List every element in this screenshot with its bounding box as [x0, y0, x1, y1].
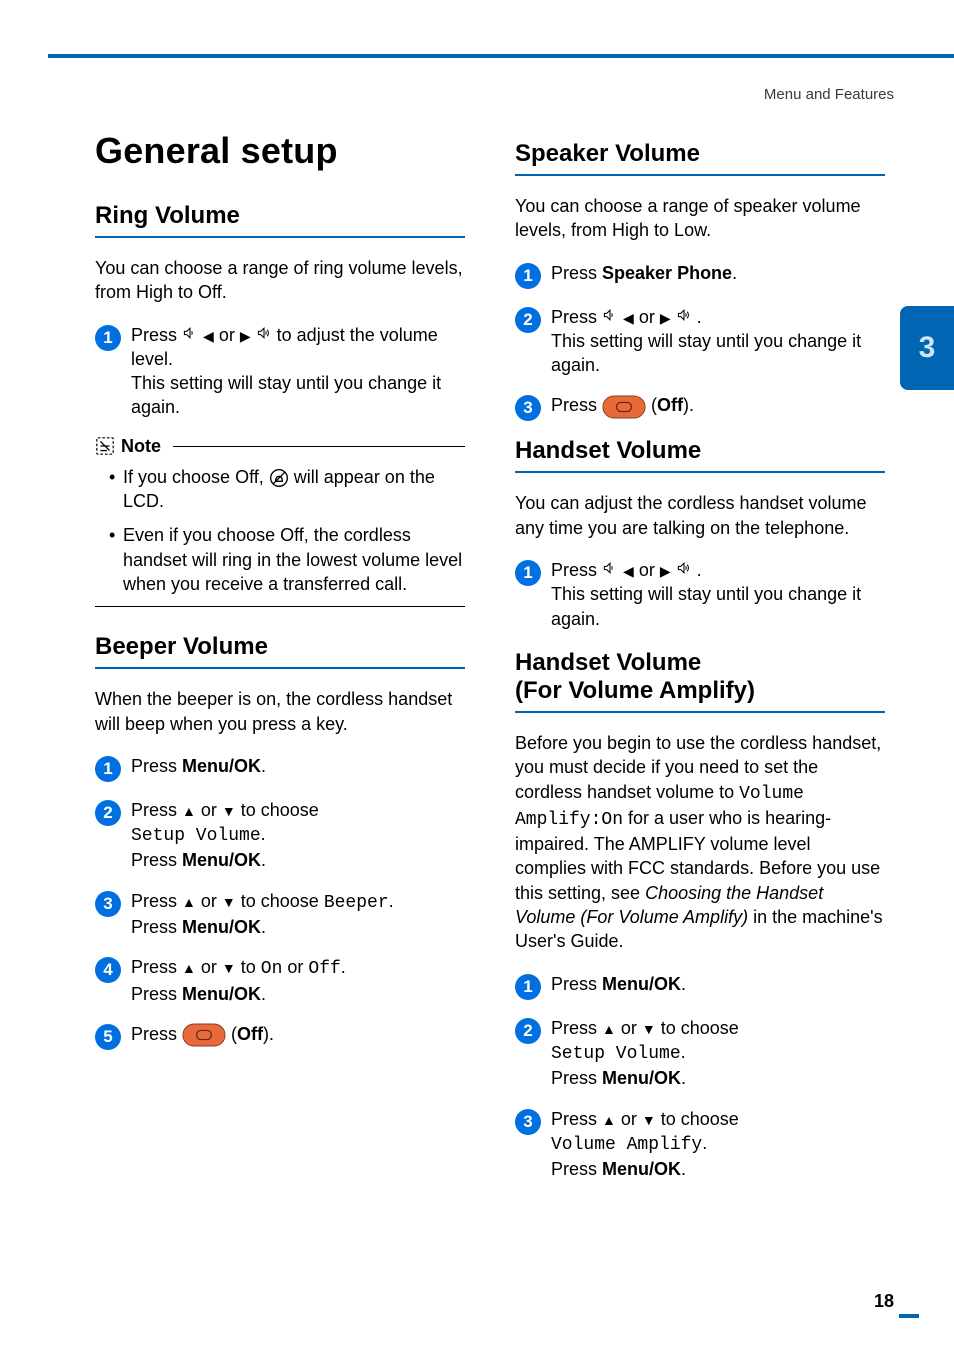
- speaker-step-1: 1 Press Speaker Phone.: [515, 261, 885, 289]
- off-button-icon: [182, 1023, 226, 1047]
- right-arrow-icon: [660, 560, 671, 580]
- breadcrumb: Menu and Features: [764, 86, 894, 103]
- speaker-volume-intro: You can choose a range of speaker volume…: [515, 194, 885, 243]
- step-body: Press (Off).: [131, 1022, 274, 1047]
- step-number-icon: 4: [95, 957, 121, 983]
- note-item: Even if you choose Off, the cordless han…: [109, 523, 465, 596]
- step-number-icon: 1: [515, 560, 541, 586]
- beeper-step-1: 1 Press Menu/OK.: [95, 754, 465, 782]
- note-heading: Note: [95, 436, 465, 457]
- amplify-step-3: 3 Press or to choose Volume Amplify. Pre…: [515, 1107, 885, 1182]
- note-list: If you choose Off, will appear on the LC…: [95, 465, 465, 596]
- up-arrow-icon: [602, 1109, 616, 1129]
- step-number-icon: 5: [95, 1024, 121, 1050]
- handset-volume-intro: You can adjust the cordless handset volu…: [515, 491, 885, 540]
- step-body: Press or to On or Off. Press Menu/OK.: [131, 955, 346, 1006]
- beeper-step-3: 3 Press or to choose Beeper. Press Menu/…: [95, 889, 465, 940]
- section-rule: [95, 667, 465, 669]
- beeper-volume-intro: When the beeper is on, the cordless hand…: [95, 687, 465, 736]
- step-body: Press Menu/OK.: [551, 972, 686, 996]
- speaker-step-2: 2 Press or . This setting will stay unti…: [515, 305, 885, 378]
- step-number-icon: 1: [515, 974, 541, 1000]
- speaker-low-icon: [182, 325, 198, 341]
- up-arrow-icon: [182, 957, 196, 977]
- speaker-high-icon: [676, 307, 692, 323]
- step-body: Press or . This setting will stay until …: [551, 558, 885, 631]
- left-column: General setup Ring Volume You can choose…: [95, 130, 465, 1197]
- up-arrow-icon: [602, 1018, 616, 1038]
- step-number-icon: 3: [95, 891, 121, 917]
- step-number-icon: 3: [515, 395, 541, 421]
- off-button-icon: [602, 395, 646, 419]
- ring-volume-title: Ring Volume: [95, 202, 465, 230]
- note-rule: [173, 446, 465, 447]
- handset-amplify-title: Handset Volume (For Volume Amplify): [515, 649, 885, 705]
- beeper-step-4: 4 Press or to On or Off. Press Menu/OK.: [95, 955, 465, 1006]
- note-label: Note: [121, 436, 161, 457]
- down-arrow-icon: [642, 1109, 656, 1129]
- right-arrow-icon: [240, 325, 251, 345]
- step-body: Press Menu/OK.: [131, 754, 266, 778]
- step-number-icon: 1: [95, 756, 121, 782]
- step-body: Press Speaker Phone.: [551, 261, 737, 285]
- speaker-high-icon: [676, 560, 692, 576]
- beeper-step-5: 5 Press (Off).: [95, 1022, 465, 1050]
- section-rule: [515, 174, 885, 176]
- up-arrow-icon: [182, 800, 196, 820]
- amplify-step-2: 2 Press or to choose Setup Volume. Press…: [515, 1016, 885, 1091]
- ring-volume-intro: You can choose a range of ring volume le…: [95, 256, 465, 305]
- step-body: Press or to choose Setup Volume. Press M…: [131, 798, 319, 873]
- speaker-low-icon: [602, 560, 618, 576]
- step-number-icon: 1: [515, 263, 541, 289]
- handset-step-1: 1 Press or . This setting will stay unti…: [515, 558, 885, 631]
- speaker-volume-title: Speaker Volume: [515, 140, 885, 168]
- no-ring-icon: [269, 468, 289, 488]
- section-rule: [95, 236, 465, 238]
- speaker-low-icon: [602, 307, 618, 323]
- ring-step-1: 1 Press or to adjust the volume level. T…: [95, 323, 465, 420]
- page-number: 18: [874, 1291, 894, 1312]
- speaker-step-3: 3 Press (Off).: [515, 393, 885, 421]
- step-body: Press or to choose Volume Amplify. Press…: [551, 1107, 739, 1182]
- down-arrow-icon: [222, 891, 236, 911]
- section-rule: [515, 471, 885, 473]
- left-arrow-icon: [623, 560, 634, 580]
- left-arrow-icon: [623, 307, 634, 327]
- page-title: General setup: [95, 130, 465, 172]
- right-arrow-icon: [660, 307, 671, 327]
- handset-volume-title: Handset Volume: [515, 437, 885, 465]
- down-arrow-icon: [222, 957, 236, 977]
- speaker-high-icon: [256, 325, 272, 341]
- note-bottom-rule: [95, 606, 465, 607]
- chapter-number: 3: [919, 331, 936, 365]
- down-arrow-icon: [222, 800, 236, 820]
- section-rule: [515, 711, 885, 713]
- left-arrow-icon: [203, 325, 214, 345]
- right-column: Speaker Volume You can choose a range of…: [515, 130, 885, 1197]
- step-body: Press or to choose Setup Volume. Press M…: [551, 1016, 739, 1091]
- beeper-volume-title: Beeper Volume: [95, 633, 465, 661]
- page-content: General setup Ring Volume You can choose…: [95, 130, 885, 1197]
- chapter-tab: 3: [900, 306, 954, 390]
- step-number-icon: 2: [95, 800, 121, 826]
- page-number-rule: [899, 1314, 919, 1318]
- step-number-icon: 2: [515, 307, 541, 333]
- step-number-icon: 2: [515, 1018, 541, 1044]
- amplify-step-1: 1 Press Menu/OK.: [515, 972, 885, 1000]
- step-body: Press (Off).: [551, 393, 694, 418]
- note-icon: [95, 436, 115, 456]
- note-item: If you choose Off, will appear on the LC…: [109, 465, 465, 514]
- step-body: Press or . This setting will stay until …: [551, 305, 885, 378]
- top-rule: [48, 54, 954, 58]
- handset-amplify-intro: Before you begin to use the cordless han…: [515, 731, 885, 954]
- up-arrow-icon: [182, 891, 196, 911]
- step-number-icon: 1: [95, 325, 121, 351]
- step-body: Press or to choose Beeper. Press Menu/OK…: [131, 889, 394, 940]
- step-body: Press or to adjust the volume level. Thi…: [131, 323, 465, 420]
- beeper-step-2: 2 Press or to choose Setup Volume. Press…: [95, 798, 465, 873]
- down-arrow-icon: [642, 1018, 656, 1038]
- step-number-icon: 3: [515, 1109, 541, 1135]
